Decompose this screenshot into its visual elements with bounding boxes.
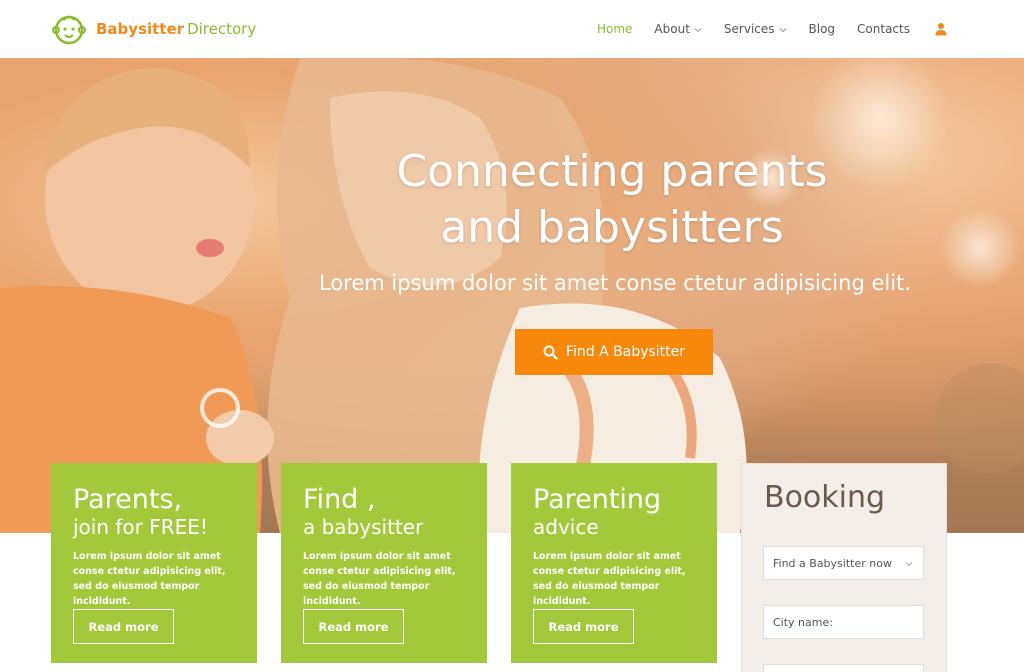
hero-title-line2: and babysitters: [440, 202, 784, 253]
nav-about[interactable]: About: [654, 22, 702, 36]
card-text: Lorem ipsum dolor sit amet conse ctetur …: [303, 551, 456, 607]
card-subtitle: advice: [533, 515, 599, 539]
card-subtitle: join for FREE!: [73, 515, 208, 539]
logo-text-bold: Babysitter: [96, 20, 185, 38]
main-nav: Home About Services Blog Contacts: [597, 0, 948, 58]
booking-title: Booking: [764, 480, 886, 515]
booking-panel: Booking Find a Babysitter now: [741, 463, 947, 672]
card-text: Lorem ipsum dolor sit amet conse ctetur …: [73, 551, 226, 607]
nav-blog-label: Blog: [808, 22, 836, 36]
baby-face-icon: [52, 15, 86, 45]
nav-contacts[interactable]: Contacts: [857, 22, 910, 36]
nav-blog[interactable]: Blog: [809, 22, 836, 36]
city-name-input[interactable]: [763, 605, 924, 639]
find-babysitter-button[interactable]: Find A Babysitter: [515, 329, 713, 375]
nav-contacts-label: Contacts: [857, 22, 910, 36]
nav-services[interactable]: Services: [724, 22, 787, 36]
read-more-button[interactable]: Read more: [303, 609, 404, 644]
hero-banner: Connecting parents and babysitters Lorem…: [0, 58, 1024, 533]
find-babysitter-label: Find A Babysitter: [565, 344, 686, 360]
nav-services-label: Services: [723, 22, 775, 36]
card-text: Lorem ipsum dolor sit amet conse ctetur …: [533, 551, 686, 607]
card-parents: Parents, join for FREE! Lorem ipsum dolo…: [51, 463, 257, 663]
read-more-button[interactable]: Read more: [73, 609, 174, 644]
babysitter-select[interactable]: Find a Babysitter now: [763, 546, 924, 580]
nav-home-label: Home: [596, 22, 633, 36]
chevron-down-icon: [905, 561, 913, 566]
booking-extra-field[interactable]: [763, 664, 924, 672]
card-find-babysitter: Find , a babysitter Lorem ipsum dolor si…: [281, 463, 487, 663]
logo-text-light: Directory: [187, 20, 257, 38]
hero-title: Connecting parents and babysitters: [322, 144, 902, 256]
card-title: Parenting: [533, 484, 662, 515]
read-more-button[interactable]: Read more: [533, 609, 634, 644]
chevron-down-icon: [694, 27, 702, 32]
nav-home[interactable]: Home: [597, 22, 632, 36]
babysitter-select-value: Find a Babysitter now: [773, 556, 892, 570]
card-subtitle: a babysitter: [303, 515, 424, 539]
hero-subtitle: Lorem ipsum dolor sit amet conse ctetur …: [319, 271, 911, 295]
card-parenting-advice: Parenting advice Lorem ipsum dolor sit a…: [511, 463, 717, 663]
logo[interactable]: Babysitter Directory: [50, 12, 256, 46]
card-title: Parents,: [73, 484, 183, 515]
hero-title-line1: Connecting parents: [396, 146, 828, 197]
nav-about-label: About: [654, 22, 690, 36]
search-icon: [543, 345, 558, 360]
chevron-down-icon: [779, 27, 786, 32]
user-icon[interactable]: [934, 22, 948, 36]
card-title: Find ,: [303, 484, 376, 515]
site-header: Babysitter Directory Home About Services …: [0, 0, 1024, 58]
